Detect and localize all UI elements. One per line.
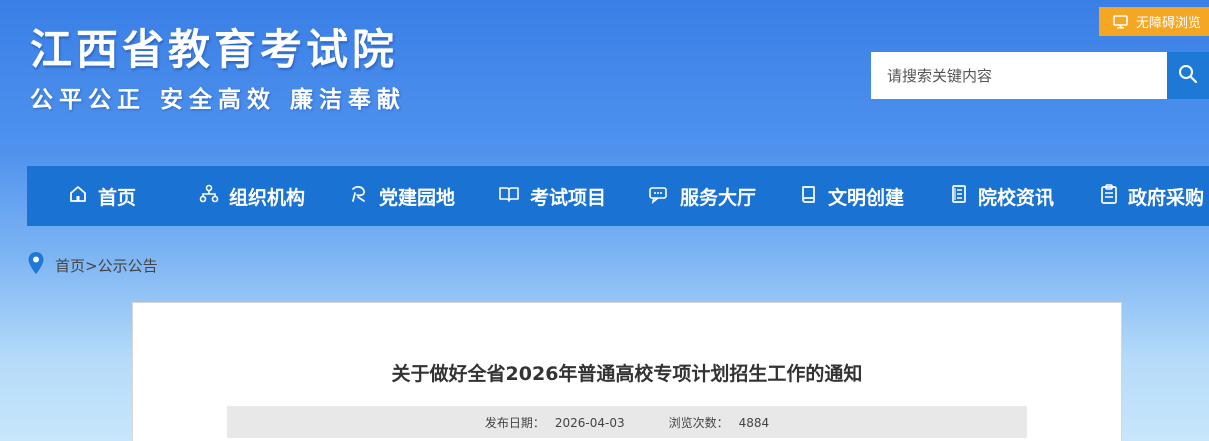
monitor-icon — [1113, 14, 1128, 29]
view-count-value: 4884 — [738, 415, 770, 430]
clipboard-icon — [1100, 183, 1118, 210]
nav-item-exam-projects[interactable]: 考试项目 — [477, 166, 627, 226]
nav-item-label: 组织机构 — [228, 186, 305, 209]
nav-item-party-building[interactable]: 党建园地 — [327, 166, 477, 226]
book-icon — [800, 184, 818, 209]
accessibility-label: 无障碍浏览 — [1136, 16, 1202, 31]
view-count: 浏览次数： 4884 — [669, 414, 770, 431]
publish-date: 发布日期： 2026-04-03 — [485, 414, 625, 431]
party-building-icon — [349, 184, 369, 209]
breadcrumb-separator: > — [85, 256, 98, 275]
publish-date-value: 2026-04-03 — [554, 415, 625, 430]
publish-date-label: 发布日期： — [484, 415, 545, 430]
nav-item-label: 首页 — [97, 186, 136, 209]
nav-item-label: 服务大厅 — [679, 186, 756, 209]
open-book-icon — [498, 184, 520, 209]
nav-item-civilization[interactable]: 文明创建 — [777, 166, 927, 226]
org-chart-icon — [199, 184, 219, 209]
breadcrumb-current-link[interactable]: 公示公告 — [98, 257, 158, 275]
nav-item-label: 党建园地 — [378, 186, 455, 209]
nav-item-organization[interactable]: 组织机构 — [177, 166, 327, 226]
nav-item-label: 院校资讯 — [977, 186, 1054, 209]
article-panel: 关于做好全省2026年普通高校专项计划招生工作的通知 发布日期： 2026-04-… — [132, 302, 1122, 441]
article-meta: 发布日期： 2026-04-03 浏览次数： 4884 — [227, 406, 1027, 438]
nav-item-label: 考试项目 — [529, 186, 606, 209]
article-title: 关于做好全省2026年普通高校专项计划招生工作的通知 — [391, 363, 863, 385]
nav-item-label: 文明创建 — [827, 186, 904, 209]
location-pin-icon — [27, 251, 45, 279]
accessibility-button[interactable]: 无障碍浏览 — [1099, 7, 1209, 36]
nav-item-service-hall[interactable]: 服务大厅 — [627, 166, 777, 226]
site-title: 江西省教育考试院 — [30, 25, 399, 74]
breadcrumb: 首页>公示公告 — [27, 251, 158, 279]
search-icon — [1178, 64, 1198, 88]
main-nav: 首页 组织机构 党建园地 考试项目 服务大厅 文明创建 院校资讯 政府采购 — [27, 166, 1209, 226]
service-hall-icon — [648, 184, 670, 209]
site-slogan: 公平公正 安全高效 廉洁奉献 — [30, 87, 407, 113]
nav-item-home[interactable]: 首页 — [27, 166, 177, 226]
nav-item-label: 政府采购 — [1127, 186, 1204, 209]
nav-item-procurement[interactable]: 政府采购 — [1077, 166, 1209, 226]
nav-item-school-news[interactable]: 院校资讯 — [927, 166, 1077, 226]
search-button[interactable] — [1167, 52, 1209, 99]
document-icon — [950, 184, 968, 209]
search-input[interactable] — [871, 52, 1167, 99]
home-icon — [68, 184, 88, 209]
breadcrumb-home-link[interactable]: 首页 — [55, 257, 85, 275]
view-count-label: 浏览次数： — [668, 415, 729, 430]
